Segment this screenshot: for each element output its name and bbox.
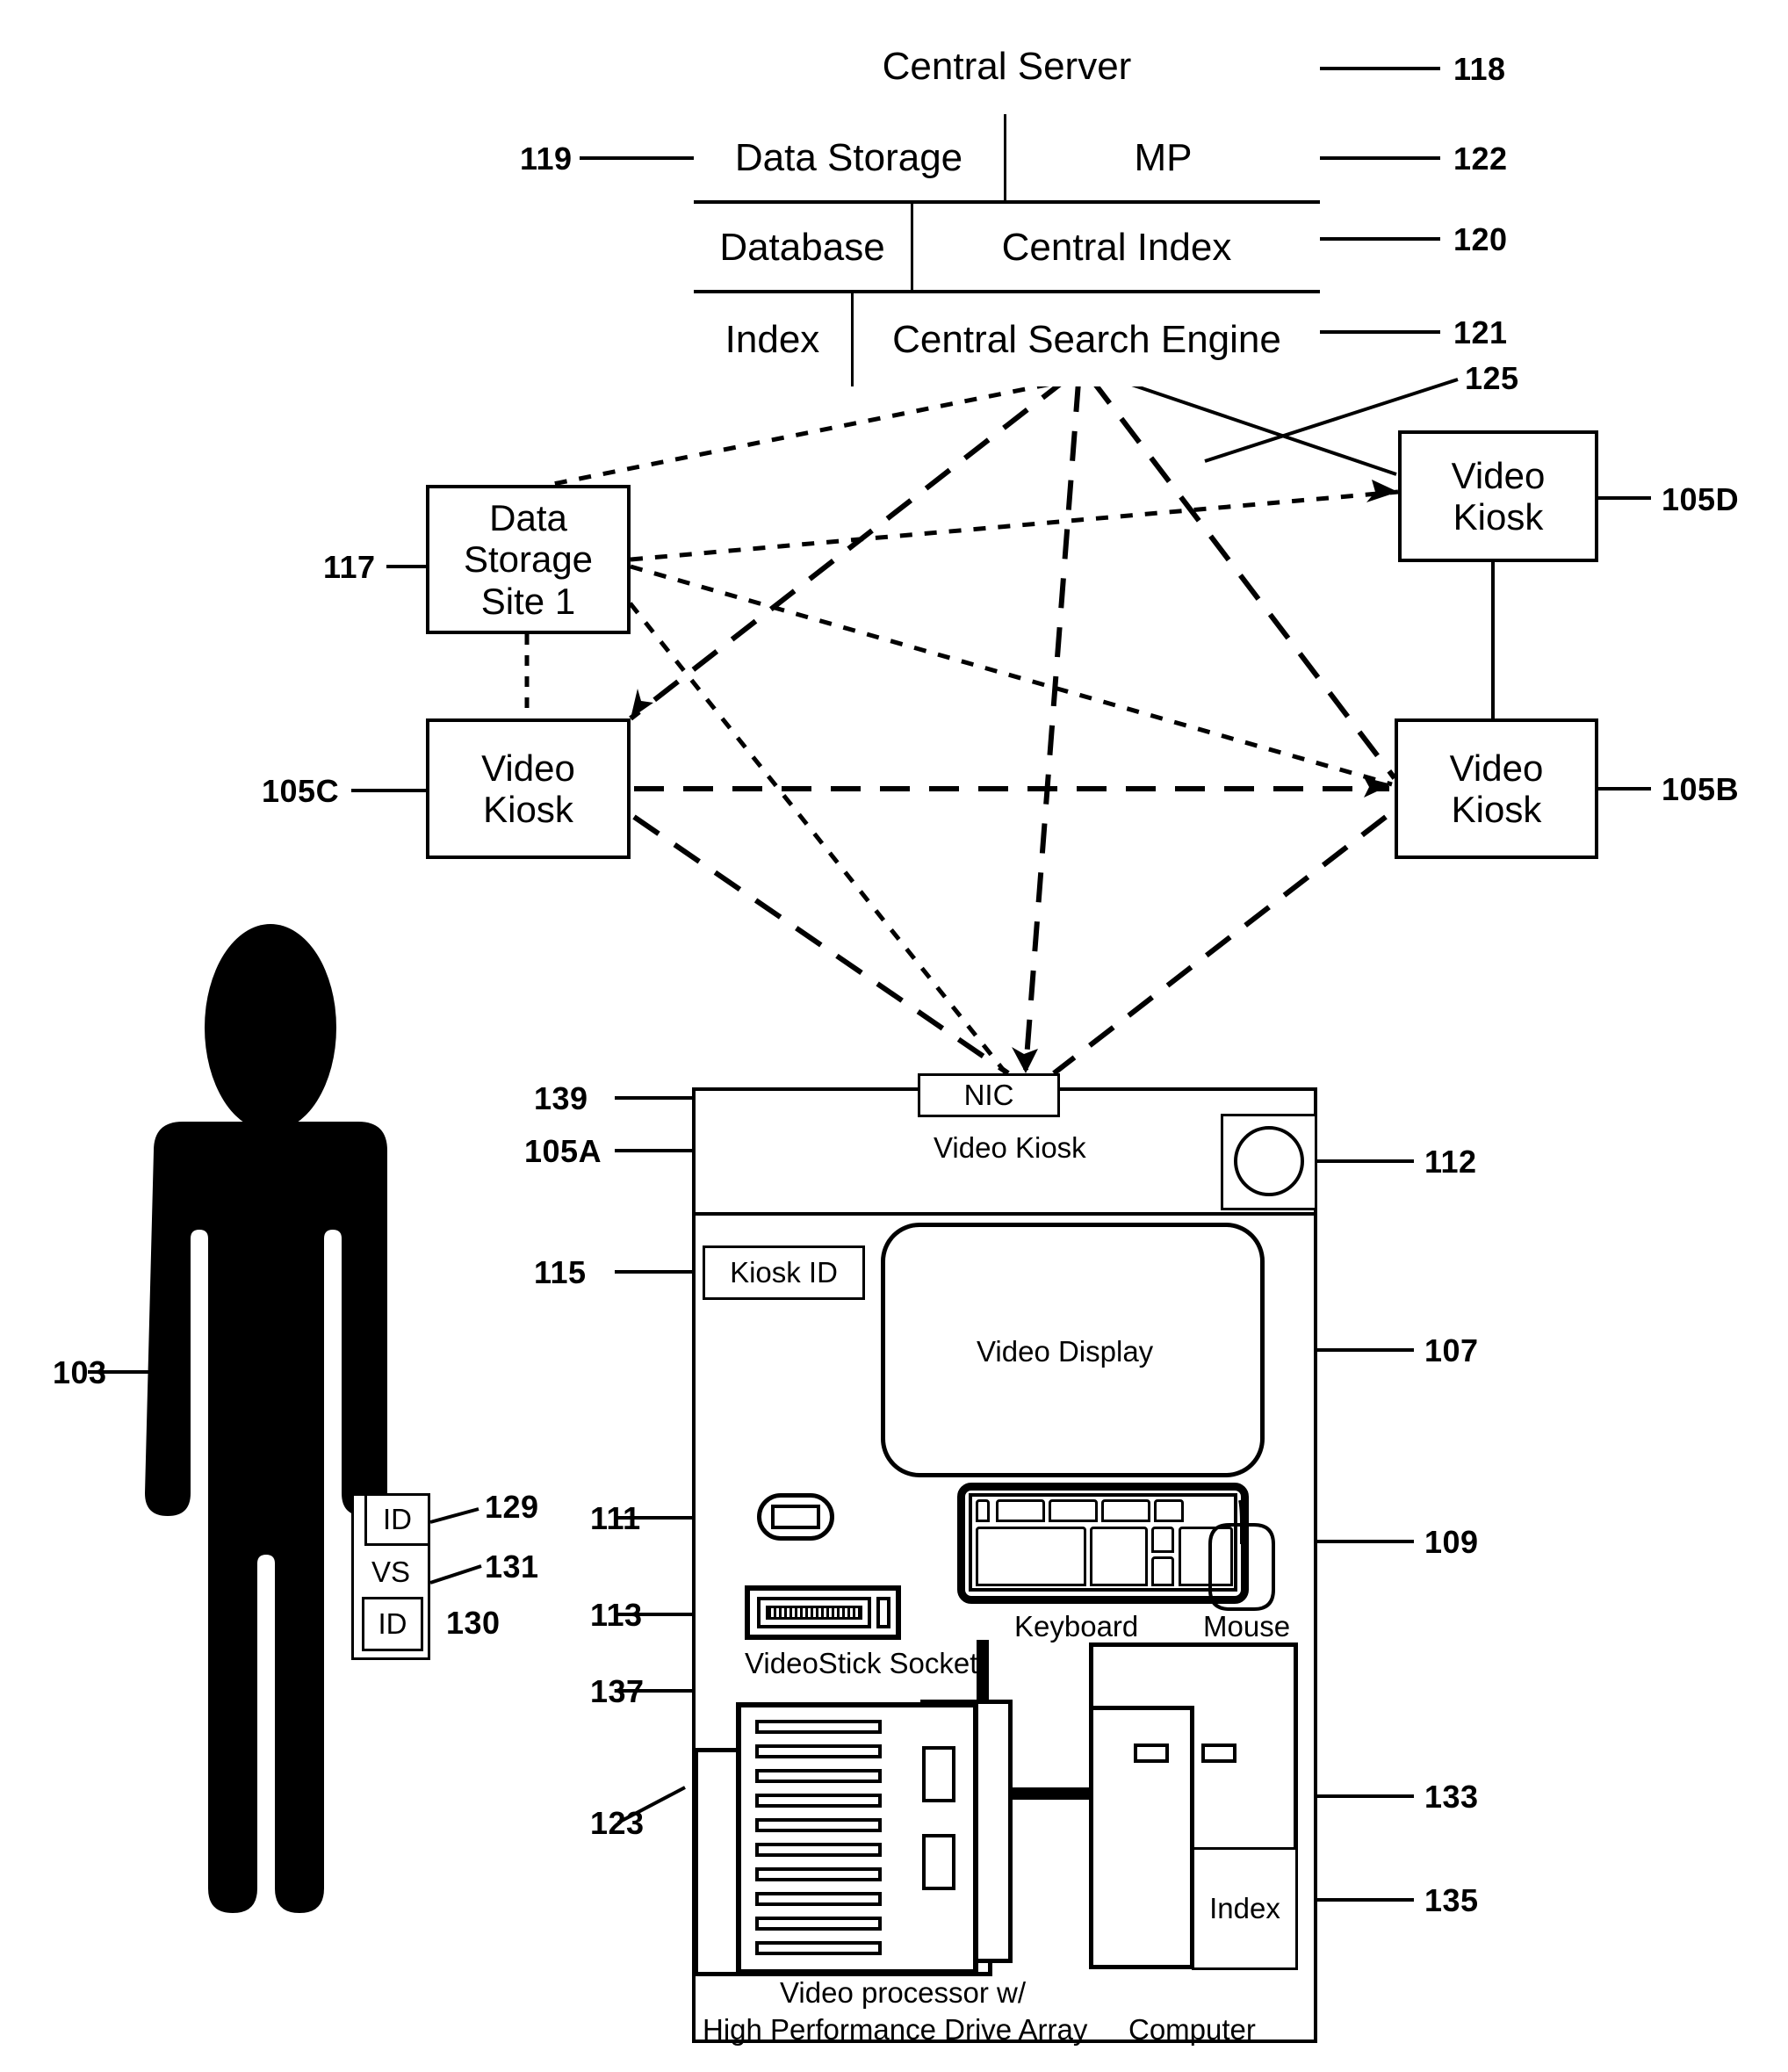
processor-optical-bay-2 [922,1834,955,1890]
processor-drive-bay-1 [755,1720,882,1734]
processor-drive-bay-9 [755,1917,882,1931]
processor-optical-bay-1 [922,1746,955,1802]
ref-105A: 105A [524,1133,602,1169]
ref-137: 137 [590,1673,645,1709]
ref-135: 135 [1424,1882,1479,1918]
processor-drive-bay-4 [755,1794,882,1808]
processor-drive-bay-10 [755,1941,882,1955]
computer-label: Computer [1128,2013,1256,2046]
processor-drive-bay-6 [755,1843,882,1857]
ref-113: 113 [590,1597,643,1633]
computer-bay-left [1134,1744,1169,1763]
processor-label-line1: Video processor w/ [780,1976,1027,2009]
computer-index-box: Index [1192,1847,1298,1970]
processor-drive-bay-3 [755,1769,882,1783]
processor-drive-bay-5 [755,1818,882,1832]
processor-computer-cable [1008,1787,1094,1800]
computer-bay-right [1201,1744,1236,1763]
ref-112: 112 [1424,1144,1477,1180]
ref-139: 139 [534,1080,588,1116]
processor-label-line2: High Performance Drive Array [703,2013,1088,2046]
mouse-label: Mouse [1203,1610,1291,1642]
ref-133: 133 [1424,1779,1479,1815]
processor-drive-bay-8 [755,1892,882,1906]
processor-drive-bay-7 [755,1867,882,1881]
patent-figure: Central Server Data Storage MP Database … [0,0,1788,2072]
ref-123: 123 [590,1805,645,1841]
processor-drive-bay-2 [755,1744,882,1758]
computer-index-label: Index [1209,1892,1280,1924]
ref-109: 109 [1424,1524,1479,1560]
ref-115: 115 [534,1254,587,1290]
ref-111: 111 [590,1500,641,1536]
mouse-cable-icon [1238,1499,1244,1526]
ref-107: 107 [1424,1332,1479,1368]
